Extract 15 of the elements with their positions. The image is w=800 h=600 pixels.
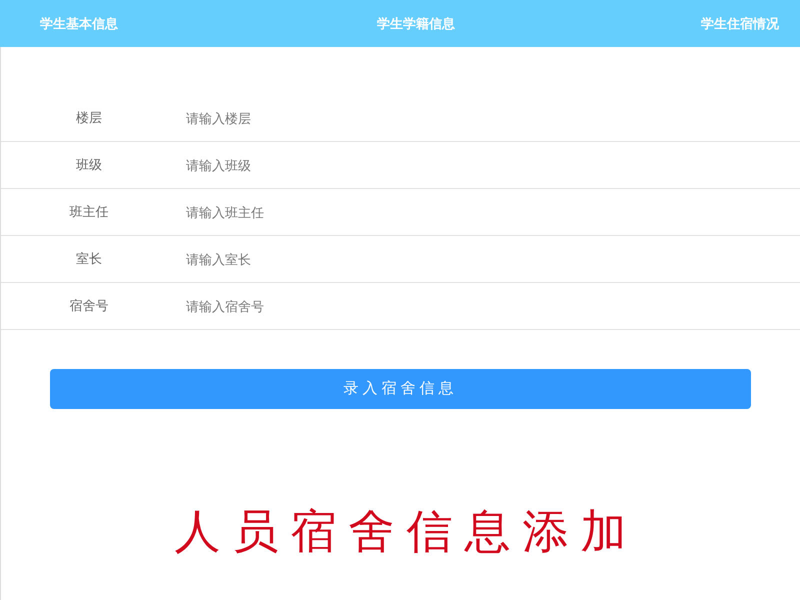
input-field[interactable]: 请输入班主任	[177, 194, 777, 230]
input-field[interactable]: 请输入宿舍号	[177, 288, 777, 324]
nav-tab[interactable]: 学生学籍信息	[377, 14, 455, 32]
nav-tab[interactable]: 学生基本信息	[40, 14, 118, 32]
field-label: 楼层	[75, 109, 103, 128]
submit-button[interactable]: 录入宿舍信息	[50, 369, 751, 409]
caption-title: 人员宿舍信息添加	[174, 505, 638, 557]
input-field[interactable]: 请输入室长	[177, 241, 777, 277]
field-label: 班级	[75, 156, 103, 174]
input-field[interactable]: 请输入班级	[177, 147, 777, 183]
input-field[interactable]: 请输入楼层	[177, 100, 777, 136]
field-label: 班主任	[68, 203, 110, 222]
field-label: 宿舍号	[68, 297, 110, 316]
field-label: 室长	[75, 250, 103, 268]
nav-tab[interactable]: 学生住宿情况	[701, 14, 779, 32]
